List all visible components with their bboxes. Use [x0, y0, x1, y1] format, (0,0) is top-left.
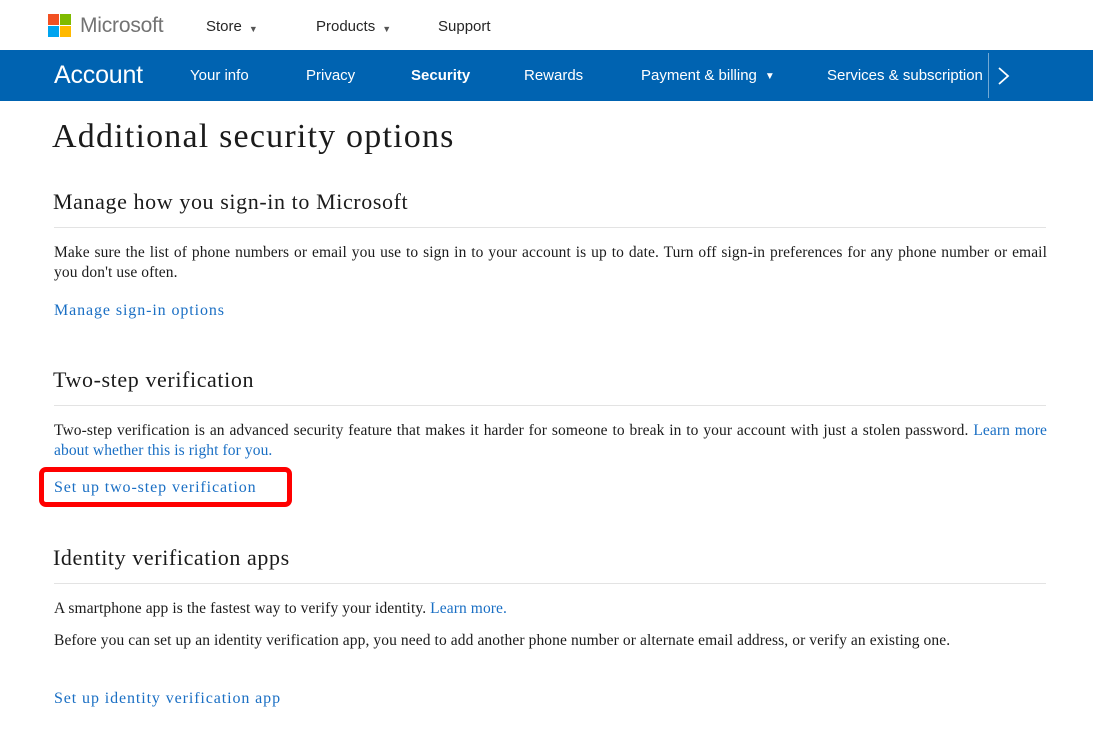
microsoft-wordmark: Microsoft — [80, 14, 163, 37]
tab-payment-and-billing-label: Payment & billing — [641, 67, 757, 84]
chevron-down-icon: ▼ — [249, 24, 258, 34]
logo-square-yellow — [60, 26, 71, 37]
tab-security[interactable]: Security — [411, 67, 470, 84]
section-divider — [54, 405, 1046, 406]
page-title: Additional security options — [52, 118, 455, 156]
logo-square-red — [48, 14, 59, 25]
tab-rewards-label: Rewards — [524, 67, 583, 84]
microsoft-logo-icon — [48, 14, 71, 37]
link-manage-signin-options[interactable]: Manage sign-in options — [54, 302, 225, 320]
section-paragraph-two-step-verification: Two-step verification is an advanced sec… — [54, 421, 1047, 461]
nav-item-store[interactable]: Store ▼ — [206, 18, 258, 35]
logo-square-blue — [48, 26, 59, 37]
chevron-down-icon: ▼ — [765, 71, 775, 82]
chevron-right-icon[interactable] — [995, 64, 1013, 88]
link-set-up-identity-verification-app[interactable]: Set up identity verification app — [54, 690, 281, 708]
tab-privacy-label: Privacy — [306, 67, 355, 84]
tab-your-info[interactable]: Your info — [190, 67, 249, 84]
nav-item-products-label: Products — [316, 18, 375, 35]
tab-services-and-subscription-label: Services & subscription — [827, 67, 983, 84]
section-divider — [54, 583, 1046, 584]
nav-item-support[interactable]: Support — [438, 18, 491, 35]
nav-divider — [988, 53, 989, 98]
tab-security-label: Security — [411, 67, 470, 84]
link-learn-more-identity[interactable]: Learn more. — [430, 600, 507, 617]
nav-item-support-label: Support — [438, 18, 491, 35]
nav-item-products[interactable]: Products ▼ — [316, 18, 391, 35]
identity-paragraph-1-text: A smartphone app is the fastest way to v… — [54, 600, 426, 617]
chevron-down-icon: ▼ — [382, 24, 391, 34]
tab-privacy[interactable]: Privacy — [306, 67, 355, 84]
tab-payment-and-billing[interactable]: Payment & billing ▼ — [641, 67, 775, 84]
section-heading-manage-signin: Manage how you sign-in to Microsoft — [53, 189, 408, 215]
section-paragraph-identity-1: A smartphone app is the fastest way to v… — [54, 599, 1047, 619]
tab-services-and-subscription[interactable]: Services & subscription — [827, 67, 983, 84]
section-paragraph-manage-signin: Make sure the list of phone numbers or e… — [54, 243, 1047, 283]
account-title: Account — [54, 61, 143, 90]
global-header: Microsoft Store ▼ Products ▼ Support — [0, 0, 1112, 50]
tab-rewards[interactable]: Rewards — [524, 67, 583, 84]
microsoft-logo[interactable]: Microsoft — [48, 11, 163, 39]
tab-your-info-label: Your info — [190, 67, 249, 84]
nav-item-store-label: Store — [206, 18, 242, 35]
logo-square-green — [60, 14, 71, 25]
two-step-paragraph-text: Two-step verification is an advanced sec… — [54, 422, 969, 439]
section-paragraph-identity-2: Before you can set up an identity verifi… — [54, 631, 1047, 651]
section-heading-two-step-verification: Two-step verification — [53, 367, 254, 393]
link-set-up-two-step-verification[interactable]: Set up two-step verification — [54, 479, 257, 497]
section-heading-identity-verification-apps: Identity verification apps — [53, 545, 290, 571]
section-divider — [54, 227, 1046, 228]
account-navigation-bar: Account Your info Privacy Security Rewar… — [0, 50, 1093, 101]
